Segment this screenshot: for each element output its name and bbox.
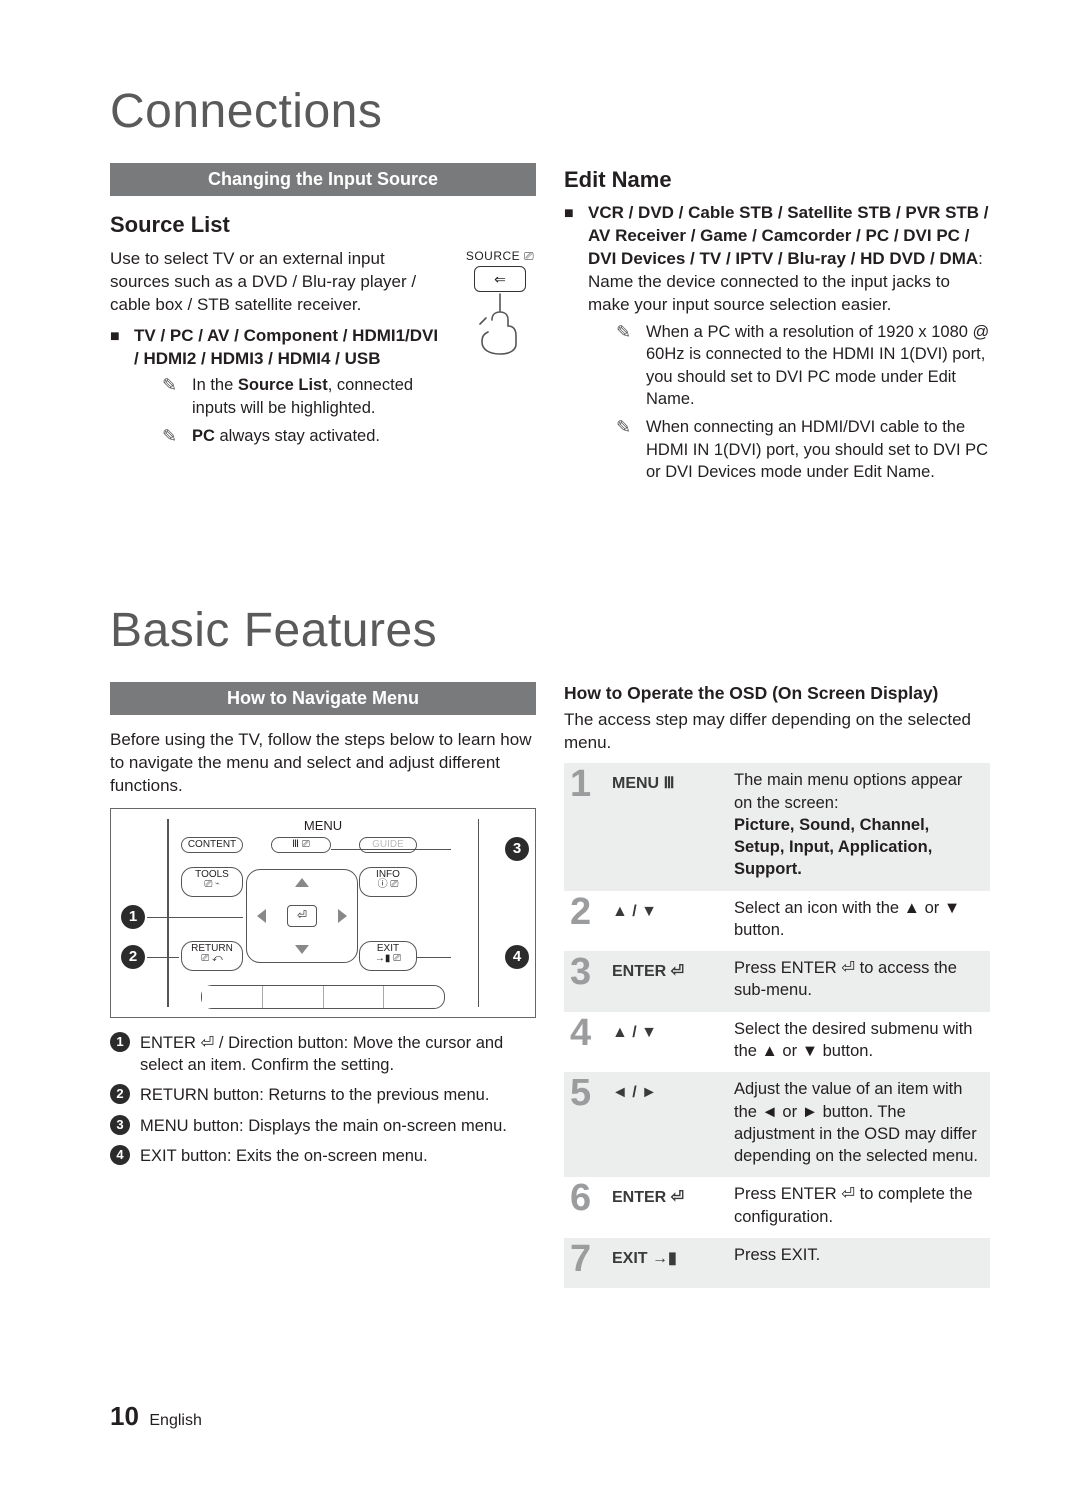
callout-item-3: MENU button: Displays the main on-screen… [110,1115,536,1137]
step-key: ◄ / ► [606,1072,728,1177]
step-num: 7 [564,1238,606,1288]
btn-exit: EXIT→▮ ⎚ [359,941,417,971]
edit-name-list: VCR / DVD / Cable STB / Satellite STB / … [588,203,989,268]
page-language: English [149,1412,201,1429]
step-text: The main menu options appear on the scre… [728,763,990,890]
color-buttons [201,985,445,1009]
step-text: Adjust the value of an item with the ◄ o… [728,1072,990,1177]
step-num: 6 [564,1177,606,1238]
edit-name-item: VCR / DVD / Cable STB / Satellite STB / … [564,202,990,483]
source-label: SOURCE ⎚ [464,248,536,264]
t: In the [192,376,238,394]
step-key: ENTER ⏎ [606,951,728,1012]
step-text: Press EXIT. [728,1238,990,1288]
step-text: Press ENTER ⏎ to complete the configurat… [728,1177,990,1238]
table-row: 7 EXIT →▮ Press EXIT. [564,1238,990,1288]
btn-menu: Ⅲ ⎚ [271,837,331,853]
btn-content: CONTENT [181,837,243,853]
osd-title: How to Operate the OSD (On Screen Displa… [564,682,990,706]
osd-intro: The access step may differ depending on … [564,709,990,755]
btn-tools: TOOLS⎚ ⌁ [181,867,243,897]
col-left: Changing the Input Source Source List Us… [110,163,536,489]
callout-item-1: ENTER ⏎ / Direction button: Move the cur… [110,1032,536,1077]
remote-diagram: MENU CONTENT Ⅲ ⎚ GUIDE TOOLS⎚ ⌁ INFOⓘ ⎚ … [110,808,536,1018]
t: PC [192,427,215,445]
heading-edit-name: Edit Name [564,165,990,195]
t: EXIT [377,943,399,954]
step-num: 2 [564,891,606,952]
basic-columns: How to Navigate Menu Before using the TV… [110,682,990,1288]
table-row: 6 ENTER ⏎ Press ENTER ⏎ to complete the … [564,1177,990,1238]
heading-connections: Connections [110,80,990,145]
callout-list: ENTER ⏎ / Direction button: Move the cur… [110,1032,536,1167]
source-inputs: TV / PC / AV / Component / HDMI1/DVI / H… [134,326,438,368]
remote-source-button: ⇐ [474,266,526,292]
source-note-1: In the Source List, connected inputs wil… [162,374,446,419]
t: always stay activated. [215,427,380,445]
btn-info: INFOⓘ ⎚ [359,867,417,897]
btn-guide: GUIDE [359,837,417,853]
basic-intro: Before using the TV, follow the steps be… [110,729,536,798]
diagram-menu-label: MENU [111,817,535,835]
table-row: 3 ENTER ⏎ Press ENTER ⏎ to access the su… [564,951,990,1012]
table-row: 4 ▲ / ▼ Select the desired submenu with … [564,1012,990,1073]
btn-return: RETURN⎚ ↶ [181,941,243,971]
source-icon: ⎚ [524,249,534,263]
callout-4: 4 [505,945,529,969]
bar-input-source: Changing the Input Source [110,163,536,196]
table-row: 1 MENU Ⅲ The main menu options appear on… [564,763,990,890]
step-key: ENTER ⏎ [606,1177,728,1238]
edit-name-note-2: When connecting an HDMI/DVI cable to the… [616,416,990,483]
arrow-down-icon [295,945,309,954]
enter-icon: ⏎ [287,905,317,927]
t: INFO [376,869,400,880]
step-key: ▲ / ▼ [606,891,728,952]
t: SOURCE [466,249,520,263]
callout-1: 1 [121,905,145,929]
step-key: EXIT →▮ [606,1238,728,1288]
page-footer: 10 English [110,1399,202,1434]
hand-icon [470,290,530,356]
osd-steps-table: 1 MENU Ⅲ The main menu options appear on… [564,763,990,1288]
basic-col-right: How to Operate the OSD (On Screen Displa… [564,682,990,1288]
t: Source List [238,376,328,394]
callout-item-2: RETURN button: Returns to the previous m… [110,1084,536,1106]
callout-item-4: EXIT button: Exits the on-screen menu. [110,1145,536,1167]
arrow-left-icon [257,909,266,923]
t: TOOLS [195,869,229,880]
step-key: ▲ / ▼ [606,1012,728,1073]
page-number: 10 [110,1401,139,1431]
source-note-2: PC always stay activated. [162,425,446,447]
step-text: Select an icon with the ▲ or ▼ button. [728,891,990,952]
basic-col-left: How to Navigate Menu Before using the TV… [110,682,536,1288]
source-list-intro: Use to select TV or an external input so… [110,248,446,317]
step-key: MENU Ⅲ [606,763,728,890]
source-list-text: Use to select TV or an external input so… [110,248,446,453]
heading-basic-features: Basic Features [110,599,990,664]
source-inputs-item: TV / PC / AV / Component / HDMI1/DVI / H… [110,325,446,448]
arrow-up-icon [295,878,309,887]
step-num: 4 [564,1012,606,1073]
table-row: 5 ◄ / ► Adjust the value of an item with… [564,1072,990,1177]
heading-source-list: Source List [110,210,536,240]
step-text: Press ENTER ⏎ to access the sub-menu. [728,951,990,1012]
source-button-illustration: SOURCE ⎚ ⇐ [464,248,536,356]
arrow-right-icon [338,909,347,923]
t: RETURN [191,943,233,954]
callout-2: 2 [121,945,145,969]
table-row: 2 ▲ / ▼ Select an icon with the ▲ or ▼ b… [564,891,990,952]
step-num: 1 [564,763,606,890]
step-text: Select the desired submenu with the ▲ or… [728,1012,990,1073]
step-num: 3 [564,951,606,1012]
connections-columns: Changing the Input Source Source List Us… [110,163,990,489]
dpad: ⏎ [246,869,358,963]
col-right: Edit Name VCR / DVD / Cable STB / Satell… [564,163,990,489]
step-num: 5 [564,1072,606,1177]
t: The main menu options appear on the scre… [734,771,962,811]
source-list-row: Use to select TV or an external input so… [110,248,536,453]
bar-navigate-menu: How to Navigate Menu [110,682,536,715]
callout-3: 3 [505,837,529,861]
edit-name-note-1: When a PC with a resolution of 1920 x 10… [616,321,990,410]
t: Picture, Sound, Channel, Setup, Input, A… [734,816,932,879]
